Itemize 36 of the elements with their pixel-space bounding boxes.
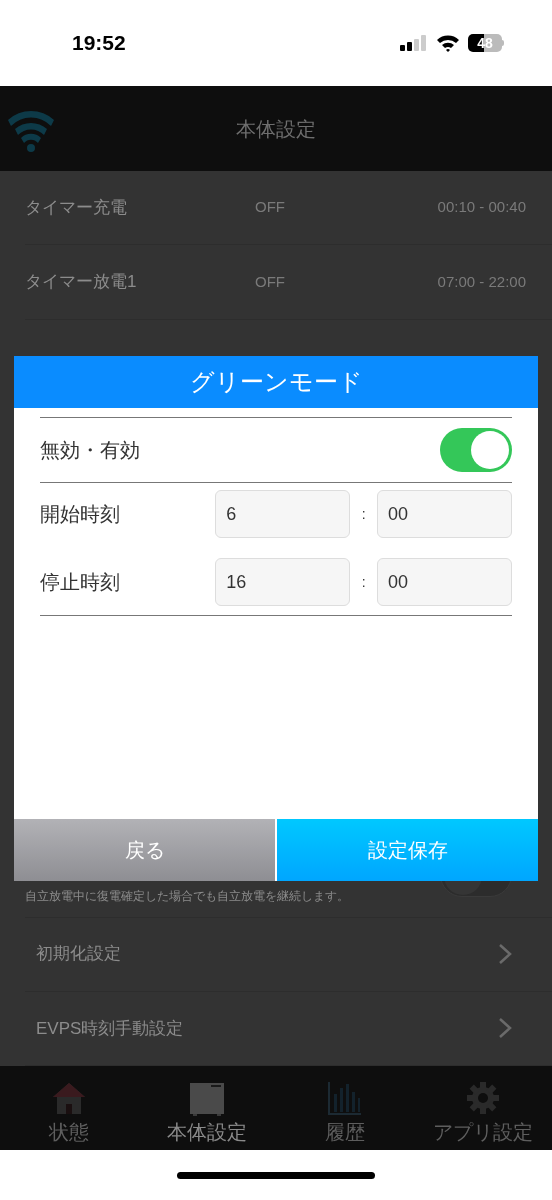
minute-field[interactable]: 00	[377, 490, 512, 538]
tab-bar-item[interactable]: 状態	[0, 1066, 138, 1150]
header-title: 本体設定	[236, 116, 316, 142]
setting-description: 自立放電中に復電確定した場合でも自立放電を継続します。	[25, 887, 349, 905]
setting-label: タイマー充電	[25, 196, 128, 219]
time-separator: :	[360, 504, 367, 524]
save-button[interactable]: 設定保存	[277, 819, 538, 881]
setting-time: 00:10 - 00:40	[437, 197, 526, 218]
device-icon	[189, 1082, 225, 1116]
hour-field[interactable]: 6	[215, 490, 351, 538]
setting-label: タイマー放電1	[25, 271, 138, 294]
dialog-title: グリーンモード	[14, 356, 538, 408]
tab-bar-item[interactable]: アプリ設定	[414, 1066, 552, 1150]
tab-bar-item[interactable]: 履歴	[276, 1066, 414, 1150]
toggle-label: 無効・有効	[40, 438, 140, 463]
hour-field[interactable]: 16	[215, 558, 351, 606]
cellular-signal-icon	[400, 35, 428, 51]
setting-state: OFF	[255, 271, 286, 292]
wifi-icon	[436, 34, 460, 52]
house-icon	[51, 1080, 87, 1116]
settings-icon	[465, 1080, 501, 1116]
time-separator: :	[360, 572, 367, 592]
status-time: 19:52	[72, 30, 126, 57]
setting-time: 07:00 - 22:00	[437, 271, 526, 292]
toggle-switch[interactable]	[440, 428, 512, 472]
minute-field[interactable]: 00	[377, 558, 512, 606]
setting-row[interactable]: 初期化設定	[25, 917, 552, 992]
time-label: 開始時刻	[40, 502, 121, 527]
chevron-right-icon	[498, 943, 512, 966]
tab-bar-item[interactable]: 本体設定	[138, 1066, 276, 1150]
time-label: 停止時刻	[40, 570, 121, 595]
bar-chart-icon	[327, 1080, 363, 1116]
wifi-icon	[6, 110, 56, 152]
back-button[interactable]: 戻る	[14, 819, 275, 881]
setting-state: OFF	[255, 197, 286, 218]
chevron-right-icon	[498, 1017, 512, 1040]
